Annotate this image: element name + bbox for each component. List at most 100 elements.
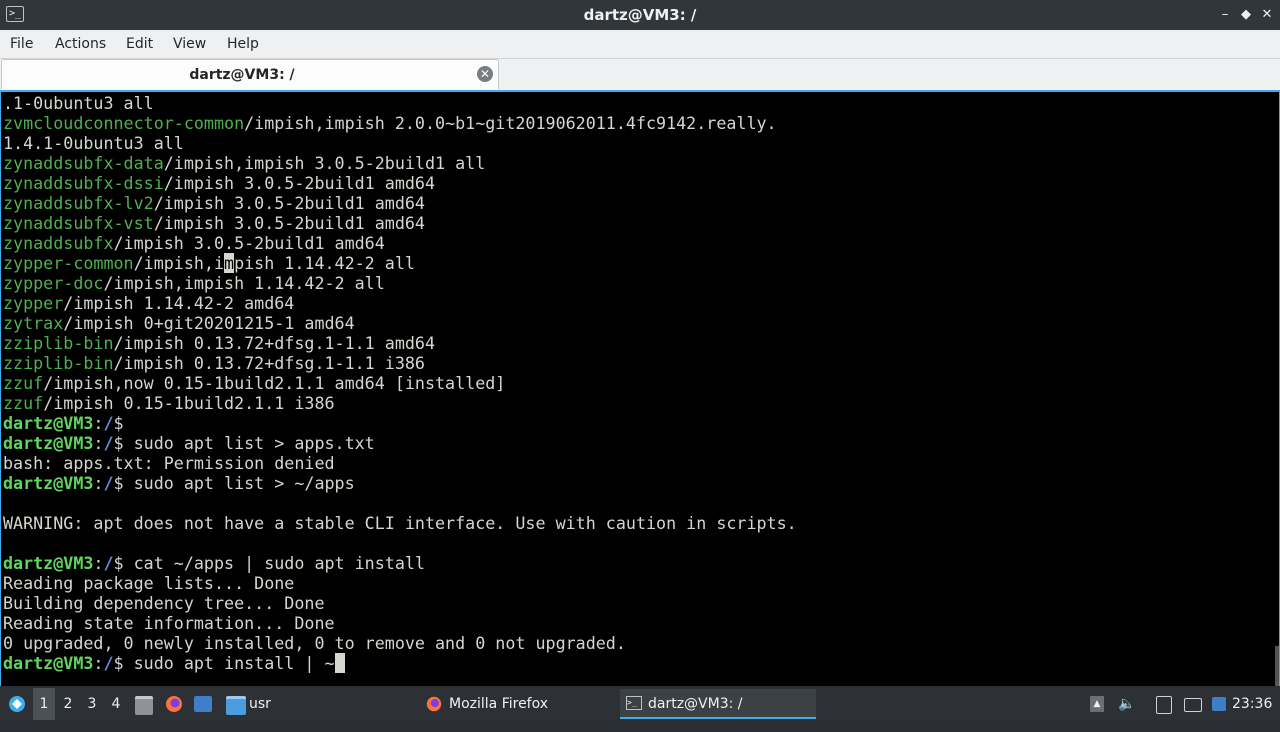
terminal-text: zynaddsubfx-vst [3, 213, 154, 233]
terminal-line: Reading package lists... Done [3, 573, 797, 593]
scrollbar-thumb[interactable] [1275, 646, 1279, 686]
terminal-text: /impish 3.0.5-2build1 amd64 [113, 233, 385, 253]
minimize-button[interactable]: – [1216, 5, 1234, 25]
terminal-text: .1-0ubuntu3 all [3, 93, 154, 113]
terminal-text: 0 upgraded, 0 newly installed, 0 to remo… [3, 633, 626, 653]
terminal-line: zynaddsubfx-dssi/impish 3.0.5-2build1 am… [3, 173, 797, 193]
terminal-text: zypper-doc [3, 273, 104, 293]
network-icon[interactable] [1184, 698, 1202, 712]
terminal-text: / [103, 433, 114, 453]
terminal-text: bash: apps.txt: Permission denied [3, 453, 335, 473]
scrollbar[interactable] [1275, 92, 1279, 686]
terminal-text: /impish,impish 1.14.42-2 all [103, 273, 385, 293]
terminal-text: pish 1.14.42-2 all [234, 253, 415, 273]
terminal-text: : [93, 473, 104, 493]
terminal-text: WARNING: apt does not have a stable CLI … [3, 513, 797, 533]
terminal-text: zzuf [3, 373, 44, 393]
terminal-text: : [93, 653, 104, 673]
terminal-text: dartz@VM3 [3, 473, 94, 493]
folder-icon[interactable] [226, 696, 246, 715]
terminal-line: zynaddsubfx/impish 3.0.5-2build1 amd64 [3, 233, 797, 253]
terminal-text: / [103, 473, 114, 493]
terminal-text: $ sudo apt list > apps.txt [113, 433, 375, 453]
desktop-2[interactable]: 2 [57, 688, 79, 720]
terminal-text: Building dependency tree... Done [3, 593, 325, 613]
terminal-text: /impish 3.0.5-2build1 amd64 [153, 193, 425, 213]
terminal-text: /impish,impish 2.0.0~b1~git2019062011.4f… [244, 113, 777, 133]
terminal-line: zypper/impish 1.14.42-2 amd64 [3, 293, 797, 313]
terminal-text: $ cat ~/apps | sudo apt install [113, 553, 425, 573]
menu-view[interactable]: View [173, 30, 206, 58]
desktop-1[interactable]: 1 [33, 688, 55, 720]
tab-bar: dartz@VM3: / ✕ [0, 59, 1280, 90]
desktop-4[interactable]: 4 [105, 688, 127, 720]
maximize-button[interactable]: ◆ [1237, 5, 1255, 25]
terminal-line: 0 upgraded, 0 newly installed, 0 to remo… [3, 633, 797, 653]
terminal-text: / [103, 413, 114, 433]
terminal-line: zytrax/impish 0+git20201215-1 amd64 [3, 313, 797, 333]
show-desktop-icon[interactable] [194, 696, 212, 712]
terminal-cursor [334, 653, 345, 673]
terminal-view[interactable]: .1-0ubuntu3 all zvmcloudconnector-common/… [0, 90, 1280, 686]
terminal-text: zynaddsubfx [3, 233, 114, 253]
terminal-line: dartz@VM3:/$ cat ~/apps | sudo apt insta… [3, 553, 797, 573]
terminal-line: dartz@VM3:/$ sudo apt install | ~ [3, 653, 797, 673]
tab-terminal[interactable]: dartz@VM3: / ✕ [1, 59, 499, 89]
terminal-line: zziplib-bin/impish 0.13.72+dfsg.1-1.1 i3… [3, 353, 797, 373]
terminal-text: : [93, 433, 104, 453]
terminal-text: dartz@VM3 [3, 553, 94, 573]
terminal-text: 1.4.1-0ubuntu3 all [3, 133, 184, 153]
window-titlebar[interactable]: >_ dartz@VM3: / – ◆ ✕ [0, 0, 1280, 30]
tray-expand-icon[interactable]: ▲ [1090, 696, 1104, 712]
tab-close-icon[interactable]: ✕ [477, 66, 493, 82]
terminal-line: zypper-doc/impish,impish 1.14.42-2 all [3, 273, 797, 293]
clock[interactable]: 23:36 [1232, 688, 1272, 720]
firefox-icon[interactable] [164, 688, 184, 720]
menu-edit[interactable]: Edit [126, 30, 153, 58]
terminal-text: /impish 1.14.42-2 amd64 [63, 293, 295, 313]
terminal-line: zvmcloudconnector-common/impish,impish 2… [3, 113, 797, 133]
task-terminal-label: dartz@VM3: / [648, 696, 743, 712]
menu-file[interactable]: File [10, 30, 33, 58]
menu-actions[interactable]: Actions [55, 30, 106, 58]
terminal-line: .1-0ubuntu3 all [3, 93, 797, 113]
terminal-text: zzuf [3, 393, 44, 413]
clipboard-icon[interactable] [1156, 696, 1172, 714]
folder-usr-label[interactable]: usr [249, 688, 271, 720]
terminal-icon: >_ [626, 696, 642, 710]
terminal-line: WARNING: apt does not have a stable CLI … [3, 513, 797, 533]
terminal-text: /impish,now 0.15-1build2.1.1 amd64 [inst… [43, 373, 506, 393]
terminal-text: dartz@VM3 [3, 433, 94, 453]
app-launcher-icon[interactable] [6, 688, 28, 720]
menu-bar: File Actions Edit View Help [0, 30, 1280, 59]
task-terminal[interactable]: >_ dartz@VM3: / [620, 689, 816, 719]
terminal-line: 1.4.1-0ubuntu3 all [3, 133, 797, 153]
terminal-text: /impish 0.13.72+dfsg.1-1.1 i386 [113, 353, 425, 373]
volume-icon[interactable]: 🔈 [1118, 695, 1136, 713]
task-firefox[interactable]: Mozilla Firefox [420, 689, 616, 719]
terminal-text: zypper [3, 293, 64, 313]
terminal-text: Reading state information... Done [3, 613, 335, 633]
menu-help[interactable]: Help [227, 30, 259, 58]
terminal-output: .1-0ubuntu3 all zvmcloudconnector-common/… [3, 93, 797, 673]
terminal-text: / [103, 653, 114, 673]
close-button[interactable]: ✕ [1258, 5, 1276, 25]
terminal-line: dartz@VM3:/$ [3, 413, 797, 433]
terminal-line: zynaddsubfx-data/impish,impish 3.0.5-2bu… [3, 153, 797, 173]
terminal-text: /impish 3.0.5-2build1 amd64 [163, 173, 436, 193]
terminal-text: zvmcloudconnector-common [3, 113, 245, 133]
terminal-text: zypper-common [3, 253, 134, 273]
terminal-line: zynaddsubfx-vst/impish 3.0.5-2build1 amd… [3, 213, 797, 233]
tab-label: dartz@VM3: / [189, 67, 295, 83]
monitor-icon[interactable] [1212, 697, 1226, 711]
terminal-text: Reading package lists... Done [3, 573, 295, 593]
terminal-text: zziplib-bin [3, 333, 114, 353]
terminal-text: dartz@VM3 [3, 653, 94, 673]
file-manager-icon[interactable] [135, 696, 153, 715]
terminal-text: /impish 0.13.72+dfsg.1-1.1 amd64 [113, 333, 436, 353]
terminal-line: dartz@VM3:/$ sudo apt list > ~/apps [3, 473, 797, 493]
terminal-line: zzuf/impish,now 0.15-1build2.1.1 amd64 [… [3, 373, 797, 393]
desktop-3[interactable]: 3 [81, 688, 103, 720]
